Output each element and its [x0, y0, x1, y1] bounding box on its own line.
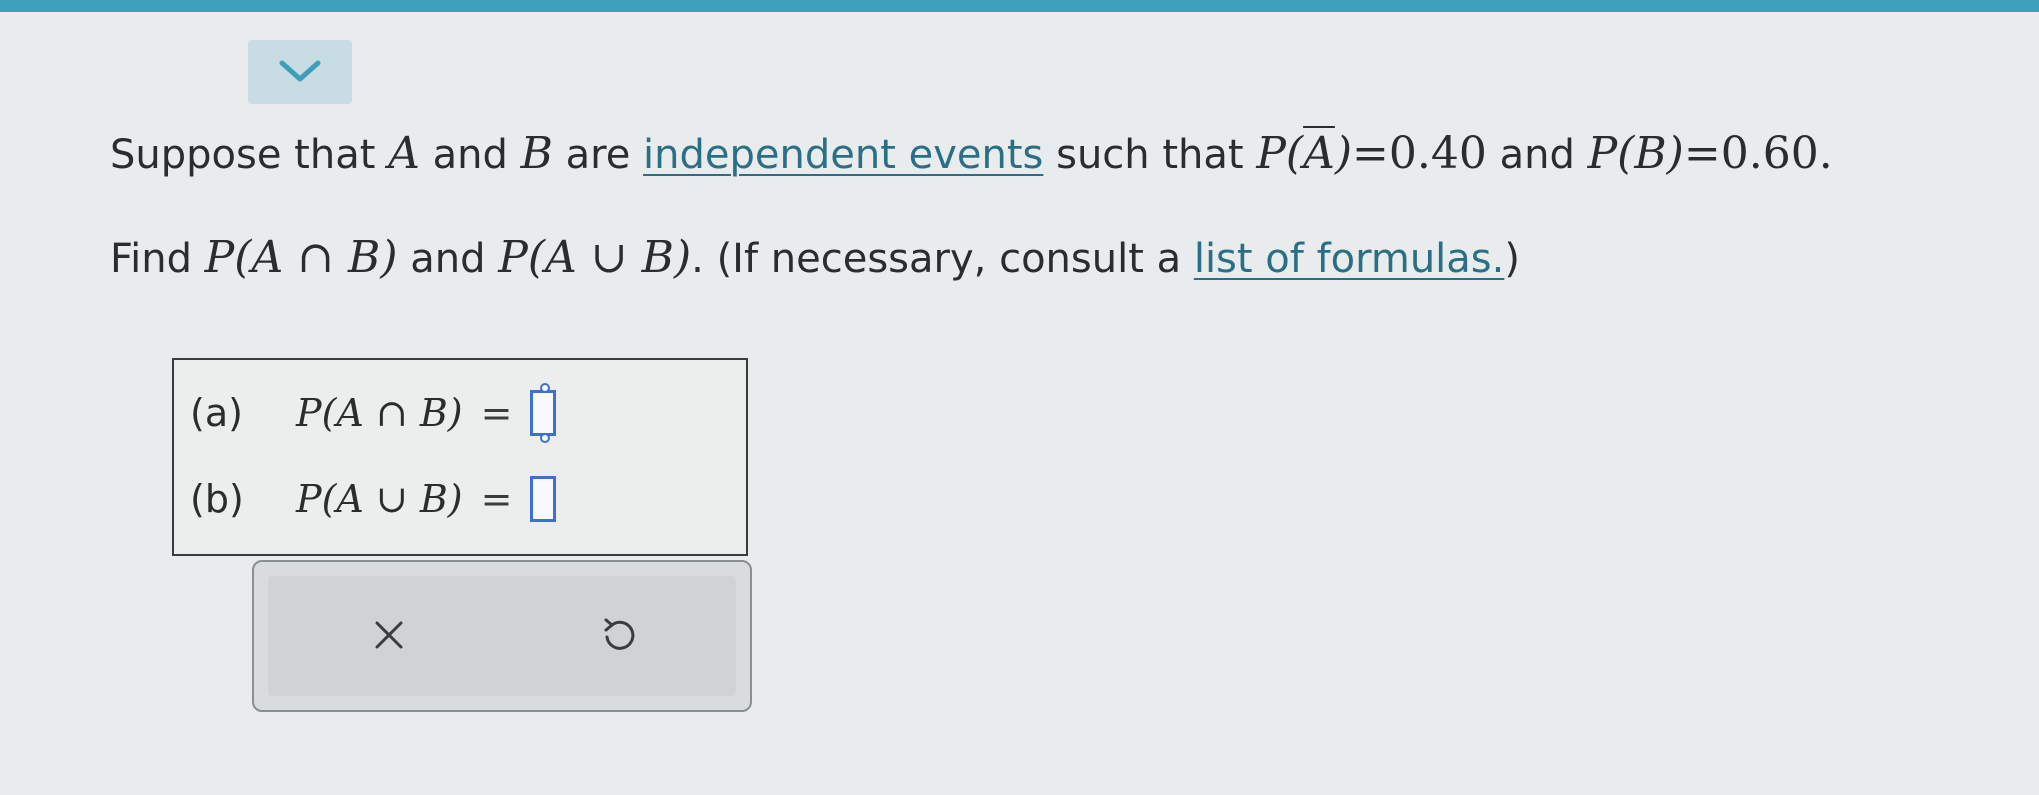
p-b: P(B) [1587, 128, 1684, 179]
chevron-down-icon [278, 59, 322, 85]
answer-tools-panel [252, 560, 752, 712]
text-segment: and [397, 236, 499, 282]
text-segment: are [552, 132, 644, 178]
var-b: B [520, 128, 553, 179]
independent-events-link[interactable]: independent events [643, 132, 1043, 178]
undo-button[interactable] [594, 612, 644, 662]
text-segment: and [1486, 132, 1588, 178]
answer-row-b: (b) P(A ∪ B) = [190, 476, 557, 522]
p-a-complement-value: =0.40 [1352, 128, 1487, 179]
equals-sign: = [480, 391, 513, 435]
close-icon [371, 617, 407, 657]
equals-sign: = [480, 477, 513, 521]
answer-tools-inner [268, 576, 736, 696]
p-a-complement-close: ) [1334, 128, 1353, 179]
p-b-value: =0.60 [1683, 128, 1819, 179]
p-intersection: P(A ∩ B) [204, 232, 398, 283]
p-a-complement-open: P( [1256, 128, 1304, 179]
answer-a-input[interactable] [530, 383, 557, 443]
a-complement: A [1303, 128, 1335, 179]
answer-row-a: (a) P(A ∩ B) = [190, 383, 557, 443]
undo-icon [599, 615, 639, 659]
list-of-formulas-link[interactable]: list of formulas. [1194, 236, 1505, 282]
top-strip [0, 0, 2039, 12]
text-segment: such that [1043, 132, 1257, 178]
var-a: A [388, 128, 420, 179]
answer-b-input[interactable] [530, 476, 557, 522]
problem-question: Find P(A ∩ B) and P(A ∪ B). (If necessar… [110, 232, 1520, 285]
problem-statement: Suppose that A and B are independent eve… [110, 128, 1833, 181]
collapse-toggle-button[interactable] [248, 40, 352, 104]
part-a-label: (a) [190, 391, 243, 435]
part-a-expression: P(A ∩ B) [296, 391, 463, 435]
text-segment: and [419, 132, 521, 178]
period: . [1818, 128, 1833, 179]
text-segment: . (If necessary, consult a [691, 236, 1194, 282]
text-segment: Find [110, 236, 205, 282]
text-segment: Suppose that [110, 132, 389, 178]
answer-box: (a) P(A ∩ B) = (b) P(A ∪ B) = [172, 358, 748, 556]
part-b-expression: P(A ∪ B) [296, 477, 463, 521]
p-union: P(A ∪ B) [498, 232, 692, 283]
text-segment: ) [1504, 236, 1520, 282]
part-b-label: (b) [190, 477, 244, 521]
clear-button[interactable] [364, 612, 414, 662]
